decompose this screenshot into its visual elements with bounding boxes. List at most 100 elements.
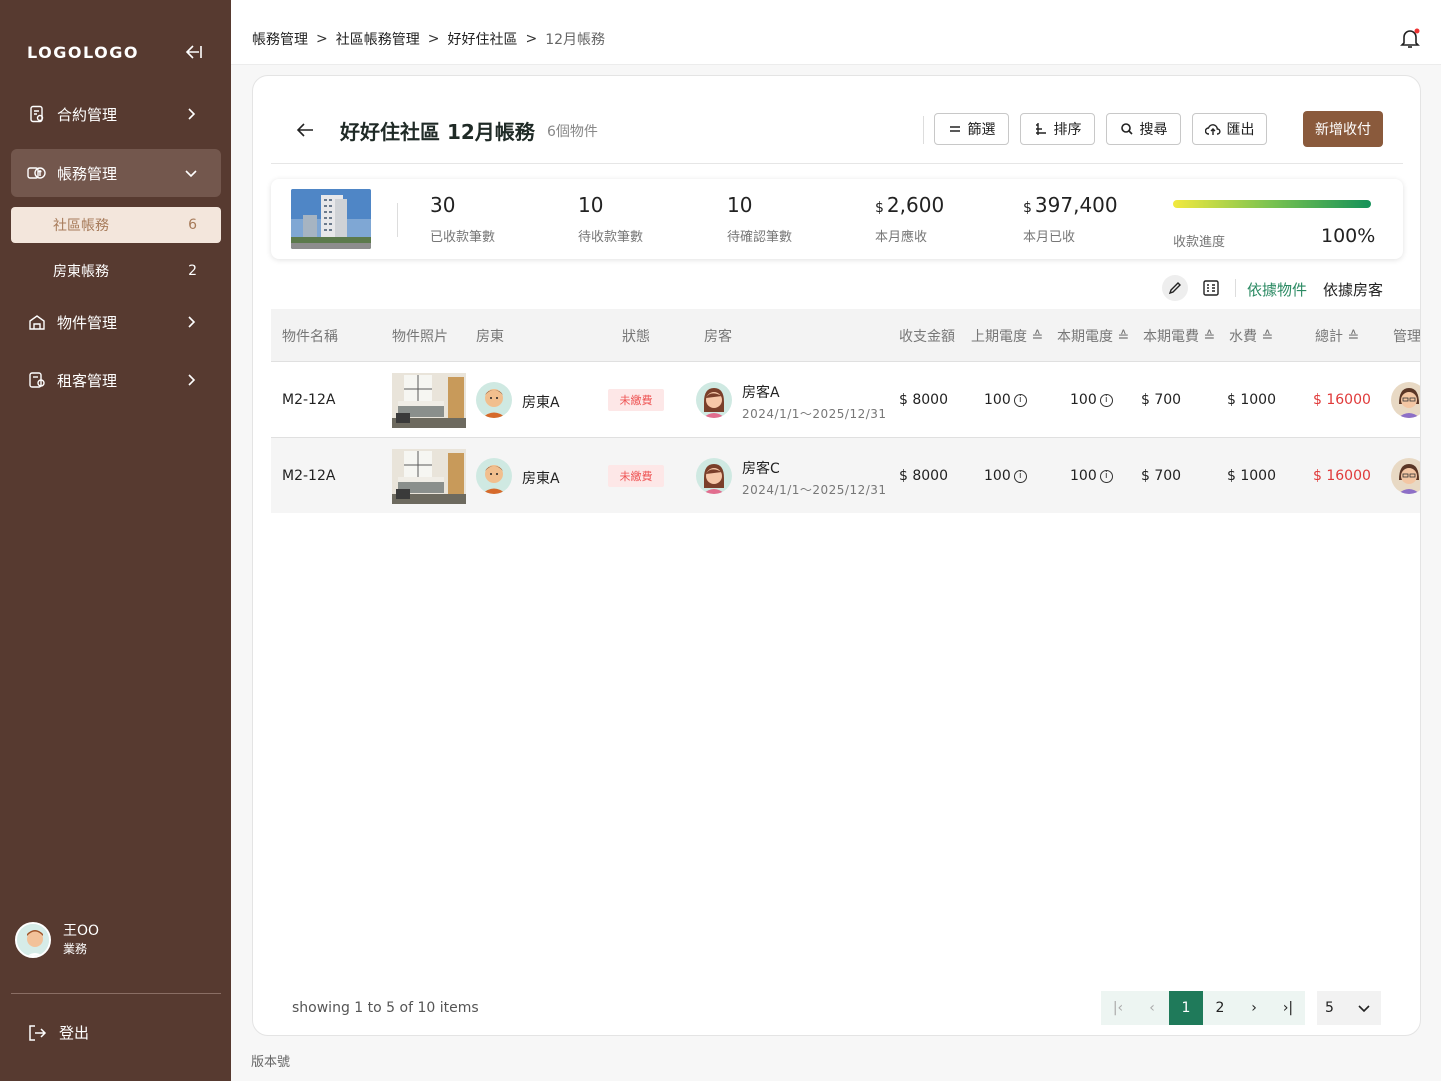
column-header-label: 本期電費	[1143, 329, 1199, 345]
page-number[interactable]: 1	[1169, 991, 1203, 1025]
tab-by-property[interactable]: 依據物件	[1247, 279, 1307, 300]
sub-item-count: 6	[188, 217, 197, 233]
cur-electricity: 100	[1070, 392, 1097, 408]
sort-button[interactable]: 排序	[1020, 113, 1095, 145]
sub-item-label: 社區帳務	[53, 218, 109, 234]
divider	[923, 116, 924, 144]
tenant-name: 房客C	[742, 461, 780, 477]
breadcrumb-item[interactable]: 帳務管理	[252, 29, 308, 49]
export-label: 匯出	[1226, 122, 1255, 138]
stat-value: 10	[727, 193, 753, 217]
add-payment-button[interactable]: 新增收付	[1303, 111, 1383, 147]
nav-billing-management[interactable]: 帳務管理	[11, 149, 221, 197]
column-header-sortable[interactable]: 本期電度 ≙	[1057, 326, 1129, 346]
nav-tenant-management[interactable]: 租客管理	[11, 356, 221, 404]
table-row[interactable]: M2-12A 房東A 未繳費 房客A 2024/1/1～2025/12/31 $…	[271, 361, 1420, 437]
info-icon[interactable]: i	[1099, 393, 1113, 407]
filter-button[interactable]: 篩選	[934, 113, 1009, 145]
sort-icon: ≙	[1031, 329, 1044, 345]
tenant-avatar	[696, 458, 732, 494]
nav-contract-management[interactable]: 合約管理	[11, 90, 221, 138]
pagination-summary: showing 1 to 5 of 10 items	[292, 1000, 479, 1016]
export-button[interactable]: 匯出	[1192, 113, 1267, 145]
landlord-name: 房東A	[522, 471, 560, 487]
logout-label: 登出	[59, 1024, 90, 1042]
user-role: 業務	[63, 942, 88, 956]
tenant-icon	[27, 370, 47, 390]
column-header: 物件照片	[392, 329, 448, 345]
electricity-fee: $ 700	[1141, 468, 1182, 484]
edit-button[interactable]	[1162, 275, 1188, 301]
last-page-icon[interactable]: ›|	[1271, 991, 1305, 1025]
column-header-label: 總計	[1315, 329, 1343, 345]
sort-icon: ≙	[1347, 329, 1360, 345]
back-arrow-icon[interactable]	[295, 120, 315, 140]
prev-page-icon[interactable]: ‹	[1135, 991, 1169, 1025]
nav-label: 物件管理	[57, 313, 118, 332]
sort-icon: ≙	[1117, 329, 1130, 345]
column-header: 管理者	[1393, 329, 1421, 345]
search-icon	[1120, 123, 1133, 135]
view-toolbar: 依據物件 依據房客	[253, 275, 1420, 305]
column-header: 收支金額	[899, 329, 955, 345]
sort-icon	[1035, 123, 1046, 135]
info-icon[interactable]: i	[1013, 469, 1027, 483]
money-icon	[27, 163, 47, 183]
info-icon[interactable]: i	[1013, 393, 1027, 407]
lease-period: 2024/1/1～2025/12/31	[742, 483, 887, 497]
column-header: 房東	[476, 329, 504, 345]
chevron-right-icon: >	[316, 31, 328, 47]
tab-by-tenant[interactable]: 依據房客	[1323, 279, 1383, 300]
currency-symbol: $	[875, 200, 884, 216]
chevron-right-icon	[188, 316, 196, 328]
stat-label: 本月已收	[1023, 230, 1076, 245]
water-fee: $ 1000	[1227, 392, 1276, 408]
sub-item-community-billing[interactable]: 社區帳務 6	[11, 207, 221, 243]
column-header: 狀態	[622, 329, 650, 345]
divider	[1235, 279, 1236, 297]
column-header-sortable[interactable]: 本期電費 ≙	[1143, 326, 1215, 346]
chevron-right-icon: >	[427, 31, 440, 47]
search-label: 搜尋	[1139, 122, 1168, 138]
user-profile[interactable]: 王OO 業務	[15, 922, 99, 958]
info-icon[interactable]: i	[1099, 469, 1113, 483]
version-label: 版本號	[251, 1055, 291, 1070]
contract-icon	[27, 104, 47, 124]
list-view-button[interactable]	[1198, 275, 1224, 301]
table-header: 物件名稱 物件照片 房東 狀態 房客 收支金額 上期電度 ≙ 本期電度 ≙ 本期…	[271, 309, 1421, 361]
manager-avatar	[1391, 458, 1420, 494]
sort-label: 排序	[1053, 122, 1082, 138]
sub-item-label: 房東帳務	[53, 264, 109, 280]
chevron-right-icon	[188, 108, 196, 120]
page-size-select[interactable]: 5	[1317, 991, 1381, 1025]
next-page-icon[interactable]: ›	[1237, 991, 1271, 1025]
manager-avatar	[1391, 382, 1420, 418]
stat-to-confirm: 10 待確認筆數	[727, 193, 792, 245]
column-header-sortable[interactable]: 水費 ≙	[1229, 326, 1273, 346]
breadcrumb-item[interactable]: 社區帳務管理	[336, 29, 420, 49]
logo: LOGOLOGO	[27, 43, 139, 62]
search-button[interactable]: 搜尋	[1106, 113, 1181, 145]
column-header-sortable[interactable]: 上期電度 ≙	[971, 326, 1043, 346]
nav-property-management[interactable]: 物件管理	[11, 298, 221, 346]
column-header-sortable[interactable]: 總計 ≙	[1315, 326, 1359, 346]
bell-icon[interactable]	[1398, 26, 1422, 50]
breadcrumb-item[interactable]: 好好住社區	[447, 29, 517, 49]
sub-item-landlord-billing[interactable]: 房東帳務 2	[11, 253, 221, 289]
stat-receivable: $2,600 本月應收	[875, 193, 944, 245]
chevron-right-icon	[188, 374, 196, 386]
community-photo	[291, 189, 371, 249]
total: $ 16000	[1313, 468, 1371, 484]
page-number[interactable]: 2	[1203, 991, 1237, 1025]
nav-label: 帳務管理	[57, 164, 118, 183]
stat-label: 待收款筆數	[578, 230, 644, 245]
stats-panel: 30 已收款筆數 10 待收款筆數 10 待確認筆數 $2,600 本月應收 $…	[271, 179, 1403, 259]
lease-period: 2024/1/1～2025/12/31	[742, 407, 887, 421]
collapse-sidebar-icon[interactable]	[183, 42, 203, 62]
property-name: M2-12A	[282, 392, 336, 408]
column-header-label: 水費	[1229, 329, 1257, 345]
table-row[interactable]: M2-12A 房東A 未繳費 房客C 2024/1/1～2025/12/31 $…	[271, 437, 1420, 513]
logout-button[interactable]: 登出	[27, 1022, 89, 1043]
first-page-icon[interactable]: |‹	[1101, 991, 1135, 1025]
collection-progress-bar	[1173, 200, 1371, 208]
